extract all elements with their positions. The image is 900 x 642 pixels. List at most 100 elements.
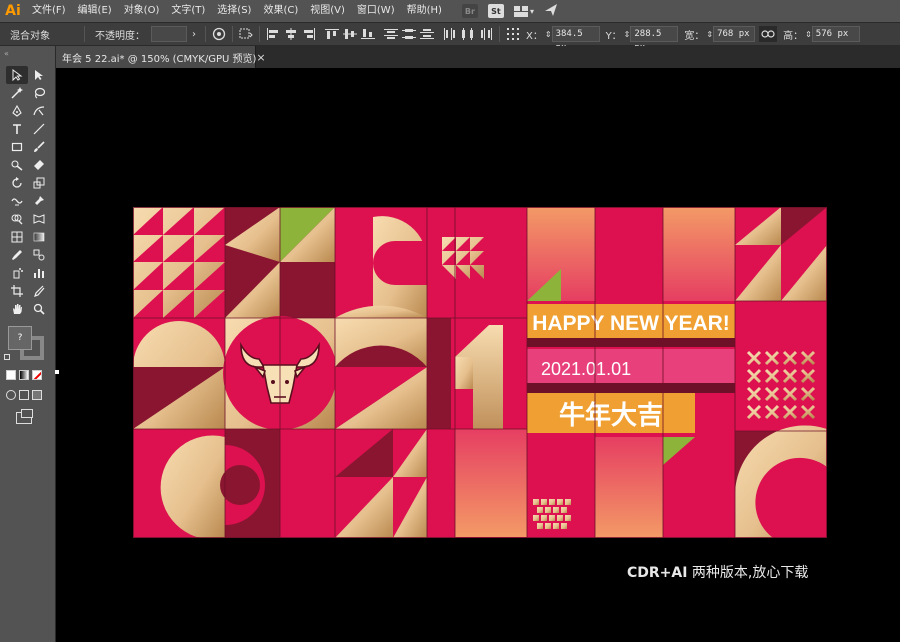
shaper-tool-icon[interactable]: [6, 156, 28, 174]
fill-stroke-swatches[interactable]: ?: [4, 326, 55, 366]
menu-view[interactable]: 视图(V): [304, 0, 351, 22]
panel-grip-icon[interactable]: «: [0, 46, 55, 66]
bottom-triangles-tile: [280, 429, 427, 538]
chevron-right-icon[interactable]: ›: [187, 29, 201, 40]
width-field[interactable]: 768 px: [713, 26, 756, 42]
quarter-arc-tile: [734, 425, 827, 538]
eyedropper-tool-icon[interactable]: [6, 246, 28, 264]
caption-bold: CDR+AI: [627, 565, 688, 581]
reference-point-icon[interactable]: [505, 26, 521, 42]
distribute-hcenter-icon[interactable]: [460, 26, 476, 42]
height-label: 高：: [783, 30, 804, 42]
align-center-h-icon[interactable]: [283, 26, 299, 42]
gradient-mode-icon[interactable]: [19, 370, 29, 380]
artboard-tool-icon[interactable]: [6, 282, 28, 300]
date-text: 2021.01.01: [541, 359, 631, 379]
bridge-icon[interactable]: Br: [461, 4, 478, 18]
distribute-center-icon[interactable]: [401, 26, 417, 42]
align-center-v-icon[interactable]: [342, 26, 358, 42]
paintbrush-tool-icon[interactable]: [28, 138, 50, 156]
default-colors-icon[interactable]: [4, 354, 10, 360]
stock-icon[interactable]: St: [487, 4, 504, 18]
lasso-tool-icon[interactable]: [28, 84, 50, 102]
align-top-icon[interactable]: [324, 26, 340, 42]
gradient-tool-icon[interactable]: [28, 228, 50, 246]
stepper-icon[interactable]: ⇕: [624, 30, 631, 39]
download-caption: CDR+AI 两种版本,放心下载: [627, 562, 808, 582]
pen-tool-icon[interactable]: [6, 102, 28, 120]
line-segment-tool-icon[interactable]: [28, 120, 50, 138]
color-mode-icon[interactable]: [6, 370, 16, 380]
document-tab[interactable]: 年会 5 22.ai* @ 150% (CMYK/GPU 预览) ×: [56, 46, 266, 68]
distribute-right-icon[interactable]: [478, 26, 494, 42]
mesh-tool-icon[interactable]: [6, 228, 28, 246]
draw-behind-icon[interactable]: [19, 390, 29, 400]
small-triangle-grid: [427, 207, 523, 318]
menu-effect[interactable]: 效果(C): [257, 0, 304, 22]
donut-tile: [133, 429, 280, 538]
rotate-tool-icon[interactable]: [6, 174, 28, 192]
caption-text: 两种版本,放心下载: [687, 565, 809, 581]
scale-tool-icon[interactable]: [28, 174, 50, 192]
right-gold-tile: [735, 207, 827, 301]
fill-swatch[interactable]: ?: [8, 326, 32, 350]
chinese-greeting-text: 牛年大吉: [559, 400, 663, 431]
selection-tool-icon[interactable]: [6, 66, 28, 84]
rectangle-tool-icon[interactable]: [6, 138, 28, 156]
slice-tool-icon[interactable]: [28, 282, 50, 300]
hand-tool-icon[interactable]: [6, 300, 28, 318]
blend-tool-icon[interactable]: [28, 246, 50, 264]
menu-object[interactable]: 对象(O): [118, 0, 166, 22]
menu-file[interactable]: 文件(F): [26, 0, 72, 22]
opacity-field[interactable]: [151, 26, 187, 42]
distribute-left-icon[interactable]: [442, 26, 458, 42]
ring-tile: [335, 207, 428, 318]
align-to-selection-icon[interactable]: [238, 26, 254, 42]
draw-inside-icon[interactable]: [32, 390, 42, 400]
y-field[interactable]: 288.5 px: [630, 26, 679, 53]
menu-select[interactable]: 选择(S): [211, 0, 257, 22]
document-tab-label: 年会 5 22.ai* @ 150% (CMYK/GPU 预览): [62, 53, 257, 65]
menu-type[interactable]: 文字(T): [165, 0, 211, 22]
distribute-top-icon[interactable]: [383, 26, 399, 42]
arch-tile: [133, 318, 225, 429]
stepper-icon[interactable]: ⇕: [805, 30, 812, 39]
menu-bar: Ai 文件(F) 编辑(E) 对象(O) 文字(T) 选择(S) 效果(C) 视…: [0, 0, 900, 22]
screen-mode-icon[interactable]: [16, 409, 33, 424]
arrange-documents-icon[interactable]: ▾: [513, 5, 534, 17]
curvature-tool-icon[interactable]: [28, 102, 50, 120]
shape-builder-tool-icon[interactable]: [6, 210, 28, 228]
menu-edit[interactable]: 编辑(E): [72, 0, 118, 22]
send-icon[interactable]: [544, 3, 558, 20]
direct-selection-tool-icon[interactable]: [28, 66, 50, 84]
width-label: 宽：: [684, 30, 705, 42]
align-left-icon[interactable]: [265, 26, 281, 42]
artboard[interactable]: HAPPY NEW YEAR! 2021.01.01 牛年大吉: [133, 207, 827, 538]
align-right-icon[interactable]: [301, 26, 317, 42]
eraser-tool-icon[interactable]: [28, 156, 50, 174]
object-type-label: 混合对象: [10, 30, 50, 42]
type-tool-icon[interactable]: [6, 120, 28, 138]
separator: [499, 26, 500, 42]
constrain-link-icon[interactable]: [759, 26, 778, 42]
none-mode-icon[interactable]: [32, 370, 42, 380]
perspective-grid-tool-icon[interactable]: [28, 210, 50, 228]
stepper-icon[interactable]: ⇕: [706, 30, 713, 39]
x-label: X：: [526, 30, 543, 42]
zoom-tool-icon[interactable]: [28, 300, 50, 318]
symbol-sprayer-tool-icon[interactable]: [6, 264, 28, 282]
warp-tool-icon[interactable]: [6, 192, 28, 210]
x-field[interactable]: 384.5 px: [551, 26, 600, 53]
menu-window[interactable]: 窗口(W): [351, 0, 401, 22]
distribute-bottom-icon[interactable]: [419, 26, 435, 42]
draw-normal-icon[interactable]: [6, 390, 16, 400]
height-field[interactable]: 576 px: [811, 26, 860, 42]
close-icon[interactable]: ×: [256, 51, 265, 64]
stepper-icon[interactable]: ⇕: [545, 30, 552, 39]
align-bottom-icon[interactable]: [360, 26, 376, 42]
puppet-warp-tool-icon[interactable]: [28, 192, 50, 210]
magic-wand-tool-icon[interactable]: [6, 84, 28, 102]
column-graph-tool-icon[interactable]: [28, 264, 50, 282]
menu-help[interactable]: 帮助(H): [401, 0, 448, 22]
recolor-globe-icon[interactable]: [211, 26, 227, 42]
